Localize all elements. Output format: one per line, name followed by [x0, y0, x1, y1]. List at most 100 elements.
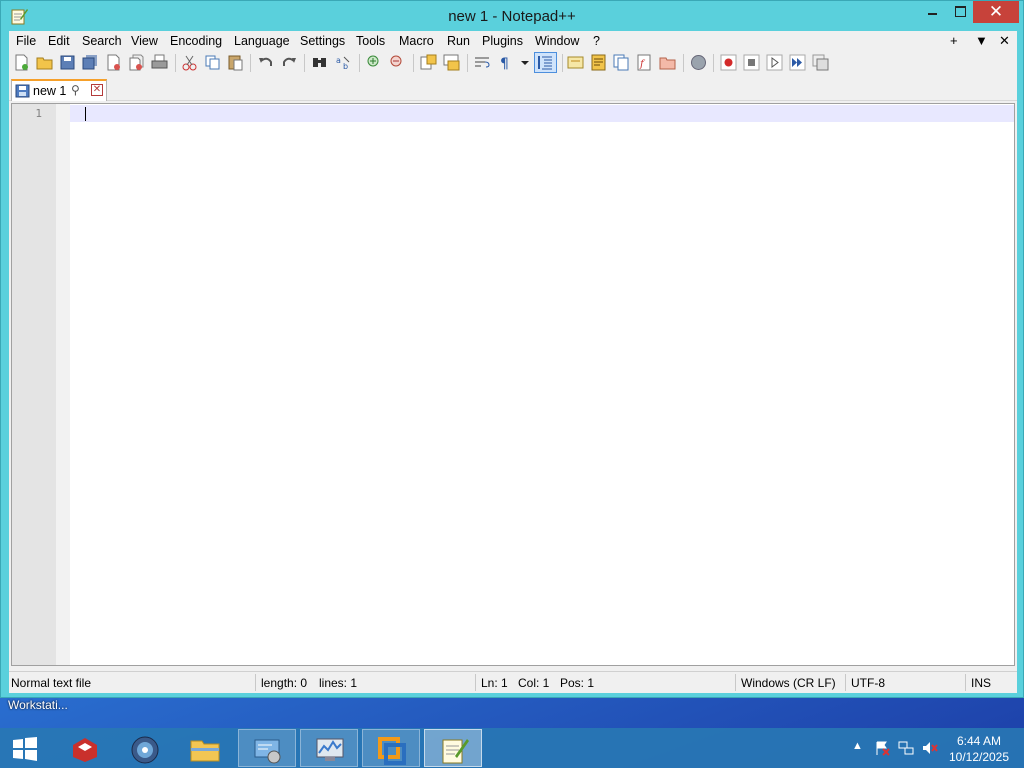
new-file-icon[interactable] [13, 54, 30, 71]
document-list-icon[interactable] [613, 54, 630, 71]
taskbar-vmware[interactable] [362, 729, 420, 767]
copy-icon[interactable] [204, 54, 221, 71]
paste-icon[interactable] [227, 54, 244, 71]
tab-close-icon[interactable]: ✕ [91, 84, 103, 96]
filezilla-server-icon [73, 738, 97, 762]
close-button[interactable]: ✕ [973, 1, 1019, 23]
taskbar-control-panel[interactable] [238, 729, 296, 767]
save-icon[interactable] [59, 54, 76, 71]
menu-view[interactable]: View [131, 34, 158, 48]
taskbar-notepad-plus-plus[interactable] [424, 729, 482, 767]
toolbar-separator [250, 54, 251, 72]
status-column: Col: 1 [518, 676, 550, 690]
menu-search[interactable]: Search [82, 34, 122, 48]
windows-start-icon[interactable] [12, 737, 38, 761]
clock-time: 6:44 AM [956, 734, 1002, 748]
menu-encoding[interactable]: Encoding [170, 34, 222, 48]
zoom-out-icon[interactable] [389, 54, 406, 71]
taskbar-performance-monitor[interactable] [300, 729, 358, 767]
open-file-icon[interactable] [36, 54, 53, 71]
menu-edit[interactable]: Edit [48, 34, 70, 48]
find-icon[interactable] [311, 54, 328, 71]
undo-icon[interactable] [257, 54, 274, 71]
function-list-icon[interactable]: f [636, 54, 653, 71]
print-icon[interactable] [151, 54, 168, 71]
system-clock[interactable]: 6:44 AM 10/12/2025 [946, 733, 1012, 765]
status-lines: lines: 1 [319, 676, 358, 690]
menu-run[interactable]: Run [447, 34, 470, 48]
menu-tools[interactable]: Tools [356, 34, 385, 48]
text-caret [85, 107, 86, 121]
control-panel-icon [254, 739, 281, 764]
sync-vertical-icon[interactable] [420, 54, 437, 71]
menu-help[interactable]: ? [593, 34, 600, 48]
close-document-icon[interactable]: ✕ [999, 33, 1010, 49]
tab-list-dropdown-icon[interactable]: ▼ [975, 33, 988, 48]
menu-settings[interactable]: Settings [300, 34, 345, 48]
taskbar-filezilla-server[interactable] [56, 729, 114, 767]
status-length: length: 0 [261, 676, 308, 690]
status-encoding[interactable]: UTF-8 [851, 676, 885, 690]
minimize-button[interactable] [919, 1, 947, 23]
text-editor[interactable]: 1 [11, 103, 1015, 666]
document-map-icon[interactable] [590, 54, 607, 71]
line-number: 1 [35, 107, 42, 120]
status-insert-mode[interactable]: INS [971, 676, 991, 690]
show-all-characters-icon[interactable]: ¶ [497, 54, 514, 71]
toolbar-separator [413, 54, 414, 72]
indent-guide-icon[interactable] [537, 54, 554, 71]
action-center-flag-icon[interactable] [874, 740, 890, 756]
desktop-shortcut-label[interactable]: Workstati... [8, 698, 68, 712]
redo-icon[interactable] [281, 54, 298, 71]
fold-margin[interactable] [56, 104, 70, 665]
toolbar-separator [562, 54, 563, 72]
close-icon: ✕ [988, 2, 1004, 21]
taskbar: ▲ 6:44 AM 10/12/2025 [0, 728, 1024, 768]
vmware-icon [378, 737, 406, 765]
title-bar[interactable]: new 1 - Notepad++ ✕ [1, 1, 1023, 31]
clock-date: 10/12/2025 [948, 750, 1010, 764]
status-eol-format[interactable]: Windows (CR LF) [741, 676, 836, 690]
pin-icon[interactable]: ⚲ [71, 83, 80, 97]
close-all-icon[interactable] [128, 54, 145, 71]
menu-window[interactable]: Window [535, 34, 579, 48]
play-macro-icon[interactable] [766, 54, 783, 71]
svg-text:b: b [343, 62, 348, 71]
zoom-in-icon[interactable] [366, 54, 383, 71]
menu-plugins[interactable]: Plugins [482, 34, 523, 48]
menu-macro[interactable]: Macro [399, 34, 434, 48]
close-file-icon[interactable] [105, 54, 122, 71]
menu-file[interactable]: File [16, 34, 36, 48]
folder-icon [190, 740, 220, 762]
performance-monitor-icon [316, 738, 344, 761]
record-macro-icon[interactable] [720, 54, 737, 71]
svg-text:a: a [336, 56, 341, 65]
status-separator [475, 674, 476, 691]
tray-expand-icon[interactable]: ▲ [852, 740, 863, 752]
menu-language[interactable]: Language [234, 34, 290, 48]
taskbar-file-explorer[interactable] [176, 729, 234, 767]
sync-horizontal-icon[interactable] [443, 54, 460, 71]
network-icon[interactable] [898, 740, 914, 756]
volume-muted-icon[interactable] [922, 740, 938, 756]
maximize-button[interactable] [947, 1, 973, 23]
save-macro-icon[interactable] [812, 54, 829, 71]
notepad-window: new 1 - Notepad++ ✕ File Edit Search Vie… [0, 0, 1024, 698]
user-defined-language-icon[interactable] [567, 54, 584, 71]
toolbar-separator [304, 54, 305, 72]
monitoring-icon[interactable] [690, 54, 707, 71]
cut-icon[interactable] [181, 54, 198, 71]
word-wrap-icon[interactable] [474, 54, 491, 71]
taskbar-network-browser[interactable] [116, 729, 174, 767]
replace-icon[interactable]: ab [335, 54, 352, 71]
stop-macro-icon[interactable] [743, 54, 760, 71]
dropdown-arrow-icon[interactable] [517, 54, 534, 71]
save-all-icon[interactable] [82, 54, 99, 71]
toolbar-separator [713, 54, 714, 72]
run-macro-multiple-icon[interactable] [789, 54, 806, 71]
folder-as-workspace-icon[interactable] [659, 54, 676, 71]
status-file-type: Normal text file [11, 676, 92, 690]
new-tab-plus-icon[interactable]: + [950, 33, 958, 48]
window-title: new 1 - Notepad++ [448, 8, 576, 25]
tab-new-1[interactable]: new 1 ⚲ ✕ [11, 79, 107, 101]
